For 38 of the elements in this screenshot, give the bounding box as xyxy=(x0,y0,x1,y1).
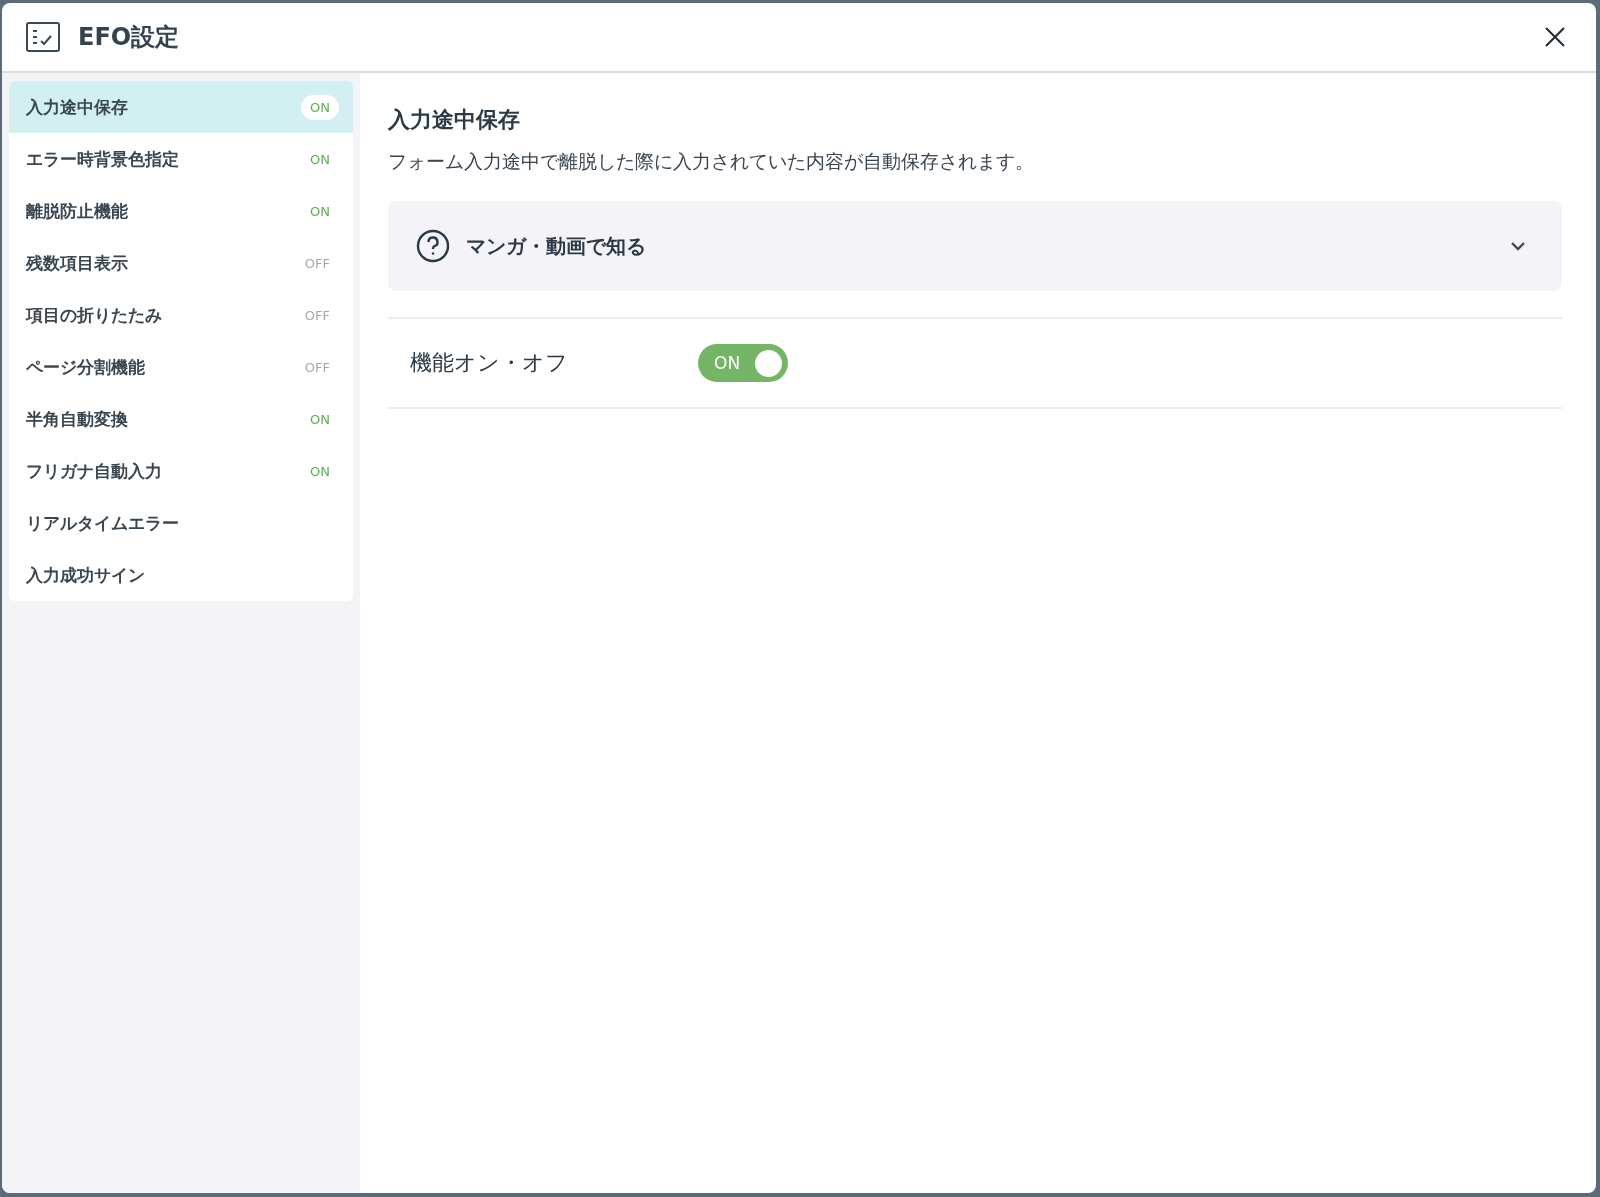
help-icon xyxy=(416,229,450,263)
checklist-icon xyxy=(26,22,60,52)
item-label: フリガナ自動入力 xyxy=(26,459,162,483)
dialog-title: EFO設定 xyxy=(78,22,181,53)
status-label: ON xyxy=(301,94,339,120)
status-label: ON xyxy=(309,462,331,481)
sidebar-item[interactable]: 入力途中保存 ON xyxy=(9,81,353,133)
item-label: ページ分割機能 xyxy=(26,355,145,379)
status-label: ON xyxy=(309,150,331,169)
status-label: ON xyxy=(309,410,331,429)
sidebar-item[interactable]: 半角自動変換 ON xyxy=(9,393,353,445)
status-label: ON xyxy=(309,202,331,221)
item-label: エラー時背景色指定 xyxy=(26,147,179,171)
section-description: フォーム入力途中で離脱した際に入力されていた内容が自動保存されます。 xyxy=(388,149,1035,174)
sidebar-item[interactable]: リアルタイムエラー xyxy=(9,497,353,549)
item-label: 項目の折りたたみ xyxy=(26,303,162,327)
item-label: 入力成功サイン xyxy=(26,563,145,587)
close-icon xyxy=(1544,26,1566,48)
item-label: 離脱防止機能 xyxy=(26,199,128,223)
status-label: OFF xyxy=(303,254,331,273)
sidebar-item[interactable]: エラー時背景色指定 ON xyxy=(9,133,353,185)
sidebar-item[interactable]: 入力成功サイン xyxy=(9,549,353,601)
accordion-label: マンガ・動画で知る xyxy=(466,232,647,260)
item-label: リアルタイムエラー xyxy=(26,511,179,535)
accordion-header[interactable]: マンガ・動画で知る xyxy=(388,201,1562,291)
sidebar-item[interactable]: 項目の折りたたみ OFF xyxy=(9,289,353,341)
chevron-icon xyxy=(1510,241,1526,251)
status-label: OFF xyxy=(303,358,331,377)
sidebar-item[interactable]: フリガナ自動入力 ON xyxy=(9,445,353,497)
item-label: 残数項目表示 xyxy=(26,251,128,275)
item-label: 入力途中保存 xyxy=(26,95,128,119)
status-label: OFF xyxy=(303,306,331,325)
sidebar-item[interactable]: 残数項目表示 OFF xyxy=(9,237,353,289)
item-label: 半角自動変換 xyxy=(26,407,128,431)
section-heading: 入力途中保存 xyxy=(388,106,521,134)
setting-label: 機能オン・オフ xyxy=(410,349,569,377)
sidebar-item[interactable]: 離脱防止機能 ON xyxy=(9,185,353,237)
sidebar-item[interactable]: ページ分割機能 OFF xyxy=(9,341,353,393)
